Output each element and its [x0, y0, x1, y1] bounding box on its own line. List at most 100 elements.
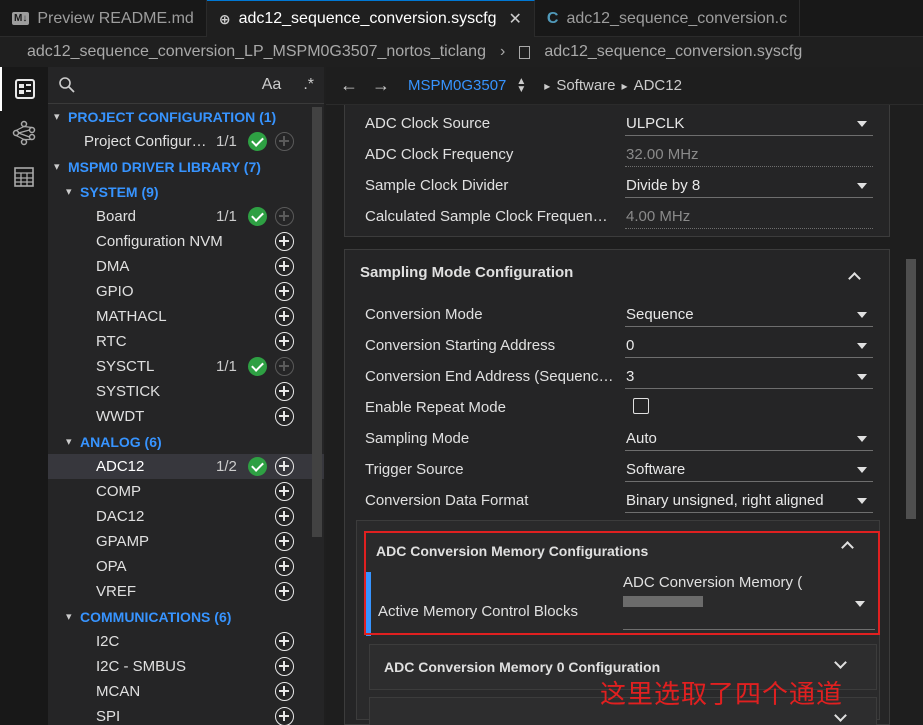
config-view-button[interactable]: [0, 67, 48, 111]
add-circle-icon[interactable]: [275, 257, 294, 276]
tree-scrollbar[interactable]: [312, 107, 322, 537]
add-circle-icon[interactable]: [275, 582, 294, 601]
tree-item[interactable]: DAC12: [48, 504, 324, 529]
dropdown-arrow-icon: [857, 498, 867, 504]
add-circle-icon[interactable]: [275, 657, 294, 676]
property-value: Software: [626, 460, 686, 478]
property-select[interactable]: Software: [625, 457, 873, 482]
nav-path-software[interactable]: Software: [556, 77, 615, 94]
chevron-down-icon: [834, 656, 847, 669]
tab-label: adc12_sequence_conversion.c: [566, 9, 788, 27]
tree-item[interactable]: SPI: [48, 704, 324, 725]
property-label: Conversion End Address (Sequenc…: [365, 368, 614, 385]
add-circle-icon[interactable]: [275, 282, 294, 301]
property-value: Divide by 8: [626, 176, 701, 194]
add-circle-icon[interactable]: [275, 507, 294, 526]
calculator-view-button[interactable]: [0, 155, 48, 199]
breadcrumb-project[interactable]: adc12_sequence_conversion_LP_MSPM0G3507_…: [27, 43, 486, 61]
tree-item[interactable]: COMP: [48, 479, 324, 504]
add-circle-icon[interactable]: [275, 307, 294, 326]
tree-item[interactable]: Board 1/1: [48, 204, 324, 229]
chevron-down-icon[interactable]: ▾: [66, 610, 80, 623]
regex-icon[interactable]: .*: [303, 76, 314, 94]
property-select[interactable]: 3: [625, 364, 873, 389]
add-circle-icon[interactable]: [275, 332, 294, 351]
network-view-button[interactable]: [0, 111, 48, 155]
add-circle-icon[interactable]: [275, 707, 294, 725]
tree-item[interactable]: SYSCTL 1/1: [48, 354, 324, 379]
check-circle-icon: [248, 132, 267, 151]
chevron-down-icon[interactable]: ▾: [66, 185, 80, 198]
property-select[interactable]: Sequence: [625, 302, 873, 327]
tab-syscfg[interactable]: ⊕ adc12_sequence_conversion.syscfg ✕: [206, 0, 535, 37]
tab-c-file[interactable]: C adc12_sequence_conversion.c: [535, 0, 801, 37]
property-select[interactable]: 0: [625, 333, 873, 358]
tree-item[interactable]: I2C - SMBUS: [48, 654, 324, 679]
tree-item[interactable]: OPA: [48, 554, 324, 579]
dropdown-arrow-icon: [857, 343, 867, 349]
tree-item[interactable]: SYSTICK: [48, 379, 324, 404]
add-circle-icon[interactable]: [275, 632, 294, 651]
breadcrumb: adc12_sequence_conversion_LP_MSPM0G3507_…: [0, 37, 923, 67]
add-circle-icon[interactable]: [275, 407, 294, 426]
tree-item[interactable]: GPIO: [48, 279, 324, 304]
forward-arrow-icon[interactable]: →: [372, 75, 390, 96]
add-circle-icon[interactable]: [275, 482, 294, 501]
add-circle-icon[interactable]: [275, 382, 294, 401]
activity-bar: [0, 67, 48, 725]
property-label: Conversion Starting Address: [365, 337, 556, 354]
tree-label: ADC12: [96, 458, 145, 475]
chevron-down-icon[interactable]: ▾: [66, 435, 80, 448]
updown-icon[interactable]: ▲ ▼: [516, 76, 526, 94]
tree-label: GPAMP: [96, 533, 150, 550]
tree-item[interactable]: RTC: [48, 329, 324, 354]
chevron-up-icon[interactable]: [848, 272, 861, 285]
breadcrumb-file[interactable]: adc12_sequence_conversion.syscfg: [544, 43, 802, 61]
tree-item[interactable]: ADC12 1/2: [48, 454, 324, 479]
tree-category[interactable]: ▾ COMMUNICATIONS (6): [48, 604, 324, 629]
tree-category[interactable]: ▾ ANALOG (6): [48, 429, 324, 454]
match-case-button[interactable]: Aa: [262, 76, 282, 94]
tree-item[interactable]: MATHACL: [48, 304, 324, 329]
chevron-down-icon[interactable]: ▾: [54, 160, 68, 173]
property-row: Conversion Mode Sequence: [365, 299, 875, 330]
back-arrow-icon[interactable]: ←: [340, 75, 358, 96]
property-select[interactable]: Auto: [625, 426, 873, 451]
tab-label: Preview README.md: [37, 9, 194, 27]
tree-item[interactable]: WWDT: [48, 404, 324, 429]
close-icon[interactable]: ✕: [509, 9, 522, 29]
device-selector[interactable]: MSPM0G3507: [408, 77, 506, 94]
tree-category[interactable]: ▾ PROJECT CONFIGURATION (1): [48, 104, 324, 129]
search-icon[interactable]: [58, 76, 76, 94]
tree-label: SYSCTL: [96, 358, 155, 375]
property-select[interactable]: ULPCLK: [625, 111, 873, 136]
tree-item[interactable]: Project Configur… 1/1: [48, 129, 324, 154]
tree-category[interactable]: ▾ SYSTEM (9): [48, 179, 324, 204]
property-select[interactable]: Divide by 8: [625, 173, 873, 198]
tree-item[interactable]: MCAN: [48, 679, 324, 704]
tree-item[interactable]: Configuration NVM: [48, 229, 324, 254]
tree-item[interactable]: DMA: [48, 254, 324, 279]
config-scrollbar[interactable]: [906, 259, 916, 519]
tree-item[interactable]: I2C: [48, 629, 324, 654]
tree-label: Configuration NVM: [96, 233, 223, 250]
property-label: Enable Repeat Mode: [365, 399, 506, 416]
tree-category[interactable]: ▾ MSPM0 DRIVER LIBRARY (7): [48, 154, 324, 179]
property-label: Sample Clock Divider: [365, 177, 509, 194]
chevron-down-icon[interactable]: ▾: [54, 110, 68, 123]
add-circle-icon[interactable]: [275, 457, 294, 476]
property-value: 32.00 MHz: [626, 145, 699, 163]
tab-preview-readme[interactable]: M↓ Preview README.md: [0, 0, 207, 37]
tree-item[interactable]: VREF: [48, 579, 324, 604]
property-select[interactable]: Binary unsigned, right aligned: [625, 488, 873, 513]
repeat-mode-checkbox[interactable]: [633, 398, 649, 414]
add-circle-icon[interactable]: [275, 557, 294, 576]
nav-path-adc12[interactable]: ADC12: [634, 77, 682, 94]
tree-search-bar: Aa .*: [48, 67, 324, 104]
tree-item[interactable]: GPAMP: [48, 529, 324, 554]
add-circle-icon[interactable]: [275, 232, 294, 251]
add-circle-icon[interactable]: [275, 532, 294, 551]
instance-count: 1/1: [216, 208, 237, 225]
add-circle-icon[interactable]: [275, 682, 294, 701]
tab-label: adc12_sequence_conversion.syscfg: [238, 10, 497, 27]
